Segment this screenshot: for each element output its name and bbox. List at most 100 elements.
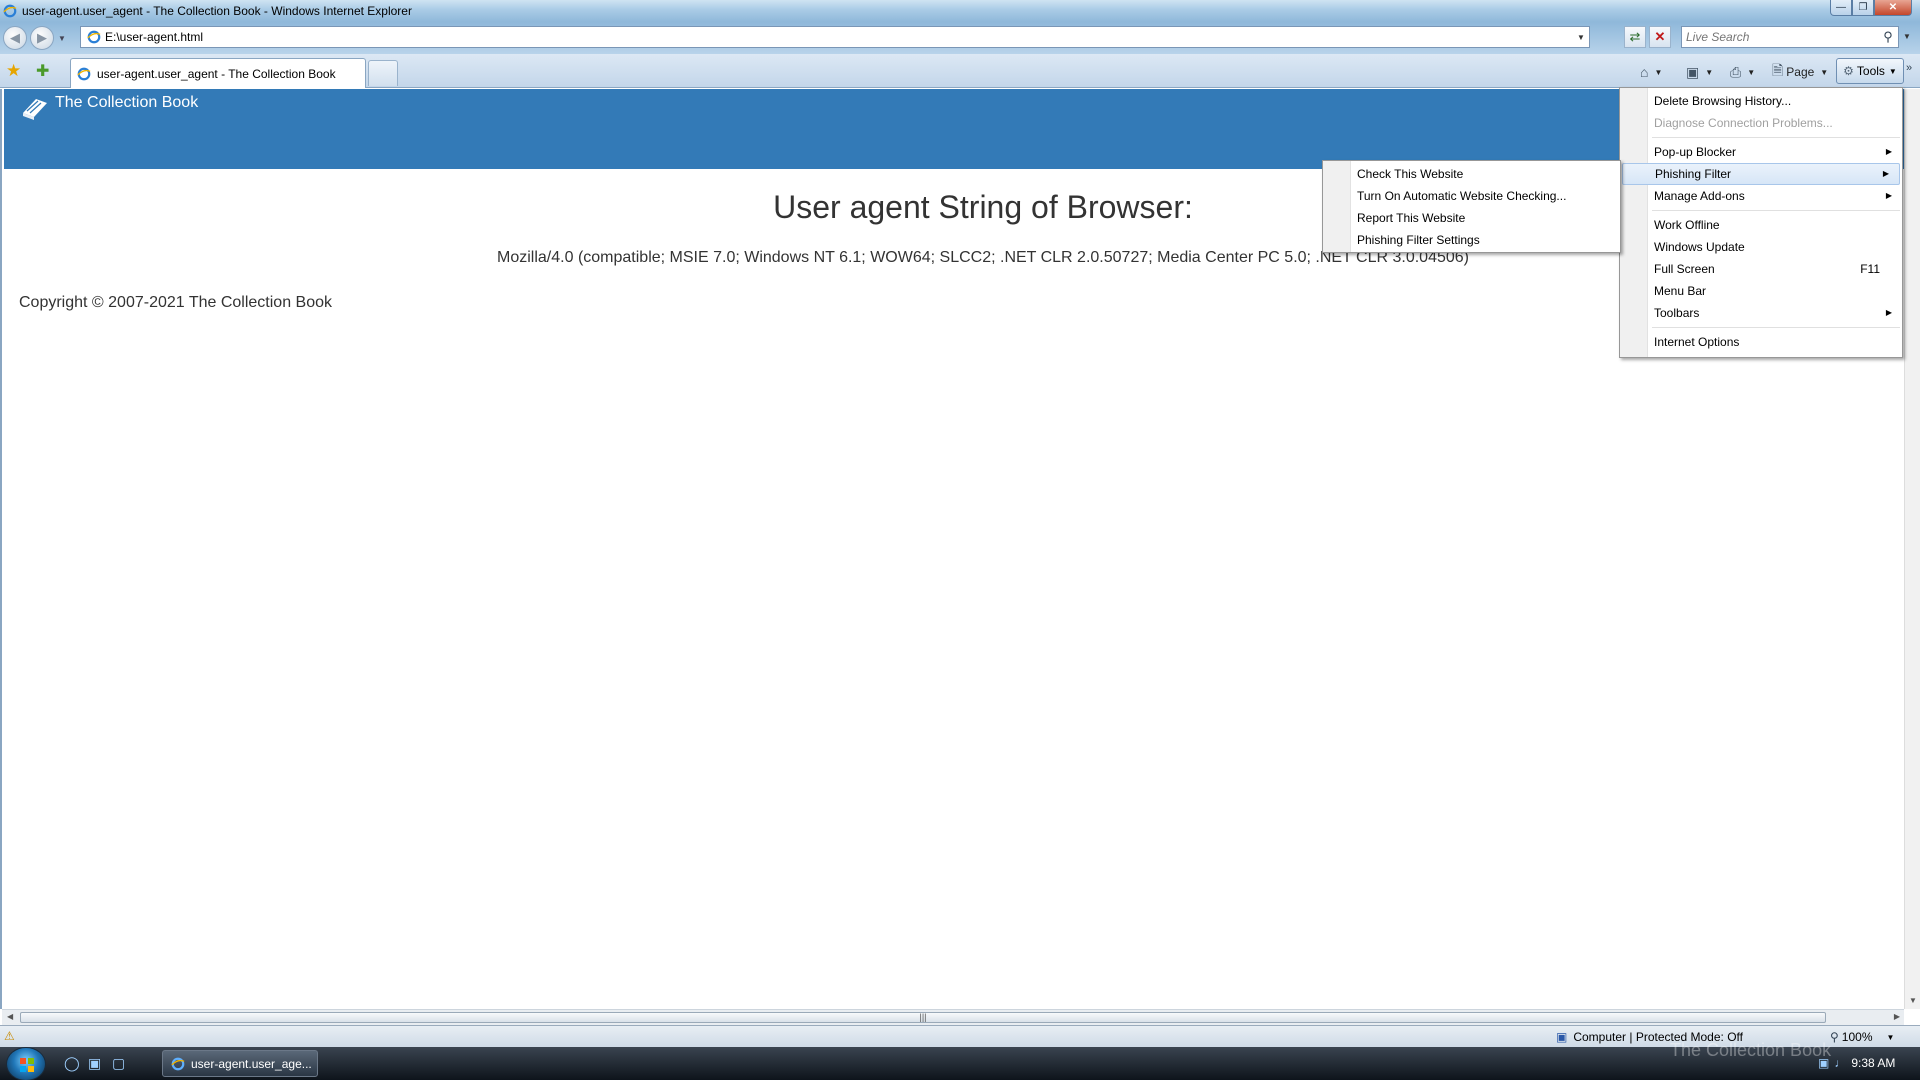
start-button[interactable]	[6, 1047, 46, 1080]
ie-icon	[171, 1057, 185, 1070]
close-button[interactable]: ✕	[1874, 0, 1912, 16]
page-button[interactable]: 🗎 Page ▼	[1772, 60, 1828, 84]
search-input[interactable]	[1682, 30, 1878, 44]
add-favorite-icon[interactable]: ✚	[36, 61, 49, 81]
chevron-down-icon[interactable]: ▼	[1887, 1033, 1895, 1042]
menu-item-label: Turn On Automatic Website Checking...	[1357, 189, 1567, 203]
site-name[interactable]: The Collection Book	[55, 94, 198, 112]
ie-tab-icon	[77, 67, 91, 80]
menu-item-label: Pop-up Blocker	[1654, 145, 1737, 159]
menu-item-label: Diagnose Connection Problems...	[1654, 116, 1833, 130]
book-icon	[23, 99, 47, 120]
zoom-icon: ⚲	[1830, 1030, 1839, 1044]
taskbar-window-label: user-agent.user_age...	[191, 1056, 312, 1071]
tab-label: user-agent.user_agent - The Collection B…	[97, 66, 336, 81]
search-box[interactable]: ⚲	[1681, 26, 1899, 48]
horizontal-scroll-thumb[interactable]: |||	[20, 1012, 1826, 1023]
stop-button[interactable]: ✕	[1649, 26, 1671, 48]
forward-button[interactable]: ▶	[30, 26, 54, 50]
menu-item-label: Report This Website	[1357, 211, 1466, 225]
menu-item-internet-options[interactable]: Internet Options	[1620, 331, 1902, 353]
menu-item-check-website[interactable]: Check This Website	[1323, 163, 1620, 185]
menu-item-label: Full Screen	[1654, 262, 1715, 276]
menu-item-label: Work Offline	[1654, 218, 1720, 232]
submenu-arrow-icon: ▶	[1885, 191, 1892, 200]
taskbar: ◯ ▣ ▢ user-agent.user_age... ▣ ♩ 9:38 AM	[0, 1047, 1920, 1080]
recent-pages-dropdown[interactable]: ▼	[58, 34, 66, 43]
back-button[interactable]: ◀	[3, 26, 27, 50]
rss-icon: ▣	[1686, 63, 1700, 80]
ie-quicklaunch-icon[interactable]: ◯	[64, 1055, 82, 1071]
window-title: user-agent.user_agent - The Collection B…	[22, 4, 412, 18]
address-input[interactable]	[105, 30, 1573, 44]
shortcut-label: F11	[1860, 262, 1880, 276]
tab-row: ★ ✚ user-agent.user_agent - The Collecti…	[0, 54, 1920, 88]
submenu-arrow-icon: ▶	[1882, 169, 1889, 178]
address-bar[interactable]: ▼	[80, 26, 1590, 48]
address-dropdown[interactable]: ▼	[1573, 33, 1589, 42]
search-icon[interactable]: ⚲	[1878, 29, 1898, 45]
restore-button[interactable]: ❐	[1852, 0, 1874, 16]
switch-windows-icon[interactable]: ▢	[112, 1055, 130, 1071]
menu-item-windows-update[interactable]: Windows Update	[1620, 236, 1902, 258]
vertical-scrollbar[interactable]: ▼	[1904, 89, 1920, 1009]
more-commands-icon[interactable]: »	[1906, 62, 1912, 74]
scroll-down-icon[interactable]: ▼	[1909, 996, 1917, 1005]
menu-item-phishing-settings[interactable]: Phishing Filter Settings	[1323, 229, 1620, 251]
zoom-control[interactable]: ⚲ 100% ▼	[1830, 1030, 1894, 1044]
tools-button[interactable]: ⚙ Tools ▼	[1836, 58, 1904, 84]
phishing-filter-submenu: Check This Website Turn On Automatic Web…	[1322, 160, 1621, 253]
windows-logo-icon	[20, 1058, 34, 1072]
minimize-button[interactable]: —	[1830, 0, 1852, 16]
menu-item-manage-addons[interactable]: Manage Add-ons ▶	[1620, 185, 1902, 207]
menu-item-phishing-filter[interactable]: Phishing Filter ▶	[1622, 163, 1900, 185]
menu-item-label: Check This Website	[1357, 167, 1464, 181]
navigation-bar: ◀ ▶ ▼ ▼ ⇄ ✕ ⚲ ▼	[0, 22, 1920, 54]
menu-separator	[1652, 327, 1900, 328]
submenu-arrow-icon: ▶	[1885, 308, 1892, 317]
copyright-text: Copyright © 2007-2021 The Collection Boo…	[19, 294, 333, 311]
chevron-down-icon[interactable]: ▼	[1654, 68, 1662, 77]
refresh-button[interactable]: ⇄	[1624, 26, 1646, 48]
taskbar-window-button[interactable]: user-agent.user_age...	[162, 1050, 318, 1077]
tab-active[interactable]: user-agent.user_agent - The Collection B…	[70, 58, 366, 88]
scroll-left-icon[interactable]: ◀	[7, 1012, 13, 1021]
new-tab-button[interactable]	[368, 60, 398, 86]
show-desktop-icon[interactable]: ▣	[88, 1055, 106, 1071]
warning-icon[interactable]: ⚠	[4, 1029, 15, 1043]
menu-item-label: Toolbars	[1654, 306, 1700, 320]
home-button[interactable]: ⌂ ▼	[1640, 60, 1662, 84]
clock[interactable]: 9:38 AM	[1851, 1056, 1895, 1070]
menu-item-label: Delete Browsing History...	[1654, 94, 1792, 108]
menu-item-delete-history[interactable]: Delete Browsing History...	[1620, 90, 1902, 112]
print-button[interactable]: ⎙ ▼	[1730, 60, 1755, 84]
volume-icon[interactable]: ♩	[1834, 1056, 1846, 1070]
menu-item-label: Menu Bar	[1654, 284, 1707, 298]
menu-item-report-website[interactable]: Report This Website	[1323, 207, 1620, 229]
tools-label: Tools	[1856, 64, 1885, 78]
title-bar: user-agent.user_agent - The Collection B…	[0, 0, 1920, 22]
menu-separator	[1652, 137, 1900, 138]
printer-icon: ⎙	[1730, 63, 1742, 80]
menu-item-popup-blocker[interactable]: Pop-up Blocker ▶	[1620, 141, 1902, 163]
chevron-down-icon: ▼	[1888, 66, 1897, 76]
chevron-down-icon[interactable]: ▼	[1705, 68, 1713, 77]
window-controls: — ❐ ✕	[1830, 0, 1912, 16]
horizontal-scrollbar[interactable]: ◀ ||| ▶	[2, 1009, 1904, 1025]
menu-item-full-screen[interactable]: Full Screen F11	[1620, 258, 1902, 280]
page-label: Page	[1786, 65, 1815, 79]
menu-item-label: Phishing Filter	[1655, 167, 1732, 181]
chevron-down-icon[interactable]: ▼	[1747, 68, 1755, 77]
menu-item-work-offline[interactable]: Work Offline	[1620, 214, 1902, 236]
home-icon: ⌂	[1640, 64, 1649, 80]
menu-item-auto-checking[interactable]: Turn On Automatic Website Checking...	[1323, 185, 1620, 207]
menu-item-menu-bar[interactable]: Menu Bar	[1620, 280, 1902, 302]
ie-icon	[3, 4, 17, 18]
menu-item-toolbars[interactable]: Toolbars ▶	[1620, 302, 1902, 324]
star-icon[interactable]: ★	[6, 61, 21, 81]
tools-menu: Delete Browsing History... Diagnose Conn…	[1619, 87, 1903, 358]
refresh-icon: ⇄	[1629, 29, 1641, 44]
search-options-dropdown[interactable]: ▼	[1903, 32, 1911, 41]
scroll-right-icon[interactable]: ▶	[1894, 1012, 1900, 1021]
feeds-button[interactable]: ▣ ▼	[1686, 60, 1713, 84]
